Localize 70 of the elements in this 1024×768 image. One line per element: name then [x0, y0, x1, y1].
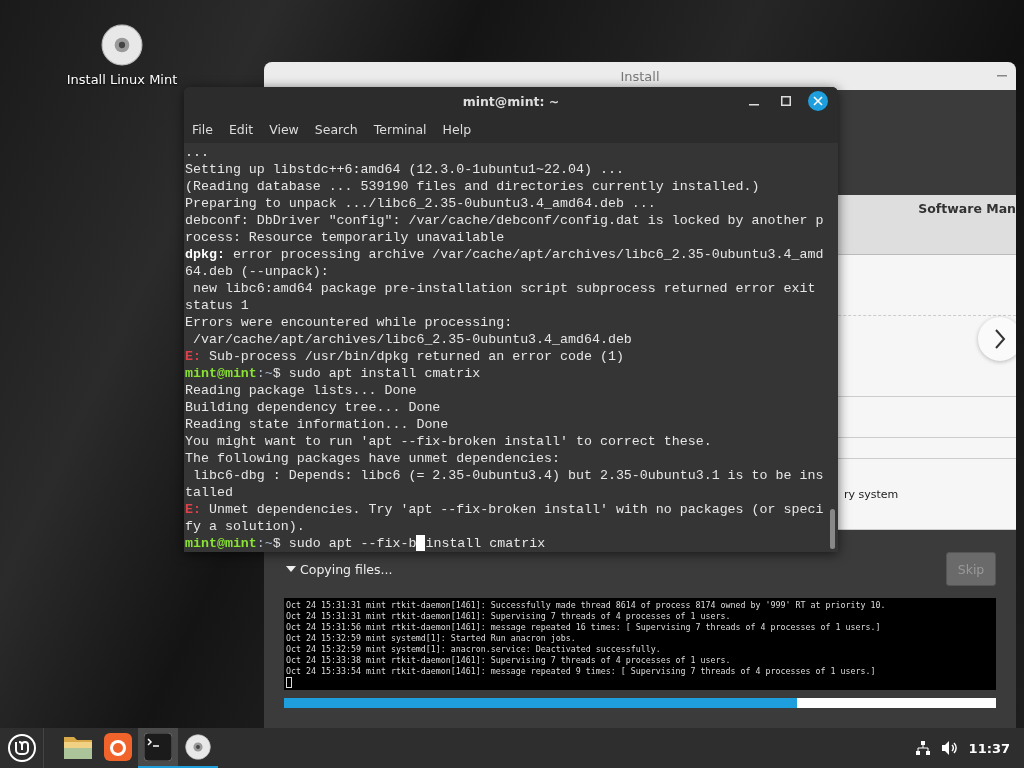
terminal-text: Reading state information... Done	[185, 416, 449, 433]
terminal-text: Reading package lists... Done	[185, 382, 417, 399]
terminal-text: Errors were encountered while processing:	[185, 314, 513, 331]
terminal-text: status 1	[185, 297, 249, 314]
log-line: Oct 24 15:32:59 mint systemd[1]: anacron.service: Deactivated successfully.	[286, 644, 662, 655]
terminal-text: (Reading database ... 539190 files and directories currently installed.)	[185, 178, 760, 195]
terminal-text: error processing archive /var/cache/apt/archives/libc6_2.35-0ubuntu3.4_amd	[231, 246, 824, 263]
slide-heading: Software Man	[918, 201, 1016, 218]
desktop-icon-label[interactable]: Install Linux Mint	[66, 72, 178, 87]
minimize-icon	[749, 104, 759, 106]
terminal-text: Building dependency tree... Done	[185, 399, 441, 416]
terminal-text: ...	[185, 144, 209, 161]
terminal-text: talled	[185, 484, 233, 501]
taskbar-button[interactable]	[138, 728, 178, 768]
log-line: Oct 24 15:31:31 mint rtkit-daemon[1461]: Successfully made thread 8614 of process 8174 owned by '999' RT at priority 10.	[286, 600, 887, 611]
terminal-text: Preparing to unpack .../libc6_2.35-0ubuntu3.4_amd64.deb ...	[185, 195, 656, 212]
prompt-user: mint@mint	[185, 365, 257, 382]
terminal-text: rocess: Resource temporarily unavailable	[185, 229, 505, 246]
terminal-text: debconf: DbDriver "config": /var/cache/debconf/config.dat is locked by another p	[185, 212, 824, 229]
terminal-text: new libc6:amd64 package pre-installation script subprocess returned error exit	[191, 280, 816, 297]
menu-item[interactable]: Search	[308, 118, 364, 140]
terminal-text: fy a solution).	[185, 518, 305, 535]
volume-icon[interactable]	[940, 740, 959, 756]
menu-item[interactable]: File	[186, 118, 219, 140]
close-button[interactable]	[808, 91, 828, 111]
terminal-text: install cmatrix	[425, 535, 546, 552]
window-title: Install	[620, 68, 660, 84]
scrollbar-thumb[interactable]	[830, 509, 835, 549]
minimize-icon	[997, 75, 1007, 77]
terminal-text: dpkg:	[185, 246, 225, 263]
prompt-path: :~	[256, 365, 273, 382]
menu-item[interactable]: Edit	[222, 118, 260, 140]
log-line: Oct 24 15:31:31 mint rtkit-daemon[1461]: Supervising 7 threads of 4 processes of 1 users.	[286, 611, 732, 622]
browser-icon	[104, 733, 132, 761]
window-title: mint@mint: ~	[462, 93, 560, 109]
menu-item[interactable]: View	[263, 118, 305, 140]
text-cursor	[286, 677, 292, 688]
terminal-text: Sub-process /usr/bin/dpkg returned an error code (1)	[207, 348, 624, 365]
close-icon	[813, 96, 823, 106]
error-label: E:	[185, 348, 201, 365]
prompt-user: mint@mint	[185, 535, 257, 552]
menu-item[interactable]: Help	[436, 118, 478, 140]
prompt-path: :~	[256, 535, 273, 552]
log-line: Oct 24 15:33:54 mint rtkit-daemon[1461]: message repeated 9 times: [ Supervising 7 threads of 4 processes of 1 users.]	[286, 666, 877, 677]
terminal-text: $ sudo apt install cmatrix	[272, 365, 481, 382]
terminal-text: 64.deb (--unpack):	[185, 263, 329, 280]
log-line: Oct 24 15:32:59 mint systemd[1]: Started Run anacron jobs.	[286, 633, 577, 644]
terminal-text: Unmet dependencies. Try 'apt --fix-broken install' with no packages (or speci	[207, 501, 824, 518]
chevron-right-icon	[994, 328, 1006, 350]
terminal-text: /var/cache/apt/archives/libc6_2.35-0ubuntu3.4_amd64.deb	[191, 331, 632, 348]
next-slide-button[interactable]	[978, 317, 1016, 361]
terminal-text: Setting up libstdc++6:amd64 (12.3.0-1ubuntu1~22.04) ...	[185, 161, 624, 178]
terminal-text: The following packages have unmet dependencies:	[185, 450, 561, 467]
terminal-text: $ sudo apt --fix-b	[272, 535, 417, 552]
terminal-text: You might want to run 'apt --fix-broken install' to correct these.	[185, 433, 712, 450]
menu-item[interactable]: Terminal	[367, 118, 433, 140]
folder-icon	[63, 734, 93, 760]
network-icon[interactable]	[914, 740, 931, 756]
disc-icon	[101, 24, 143, 66]
details-expander[interactable]: Copying files...	[284, 561, 395, 577]
disc-icon	[185, 734, 211, 760]
clock[interactable]: 11:37	[968, 740, 1010, 756]
terminal-icon	[144, 733, 172, 761]
slide-text: ry system	[843, 487, 899, 501]
maximize-icon	[781, 96, 791, 106]
terminal-text: libc6-dbg : Depends: libc6 (= 2.35-0ubuntu3.4) but 2.35-0ubuntu3.1 is to be ins	[191, 467, 824, 484]
log-line: Oct 24 15:33:38 mint rtkit-daemon[1461]: Supervising 7 threads of 4 processes of 1 users.	[286, 655, 732, 666]
error-label: E:	[185, 501, 201, 518]
log-line: Oct 24 15:31:56 mint rtkit-daemon[1461]: message repeated 16 times: [ Supervising 7 threads of 4 processes of 1 users.]	[286, 622, 882, 633]
text-cursor	[416, 535, 426, 551]
